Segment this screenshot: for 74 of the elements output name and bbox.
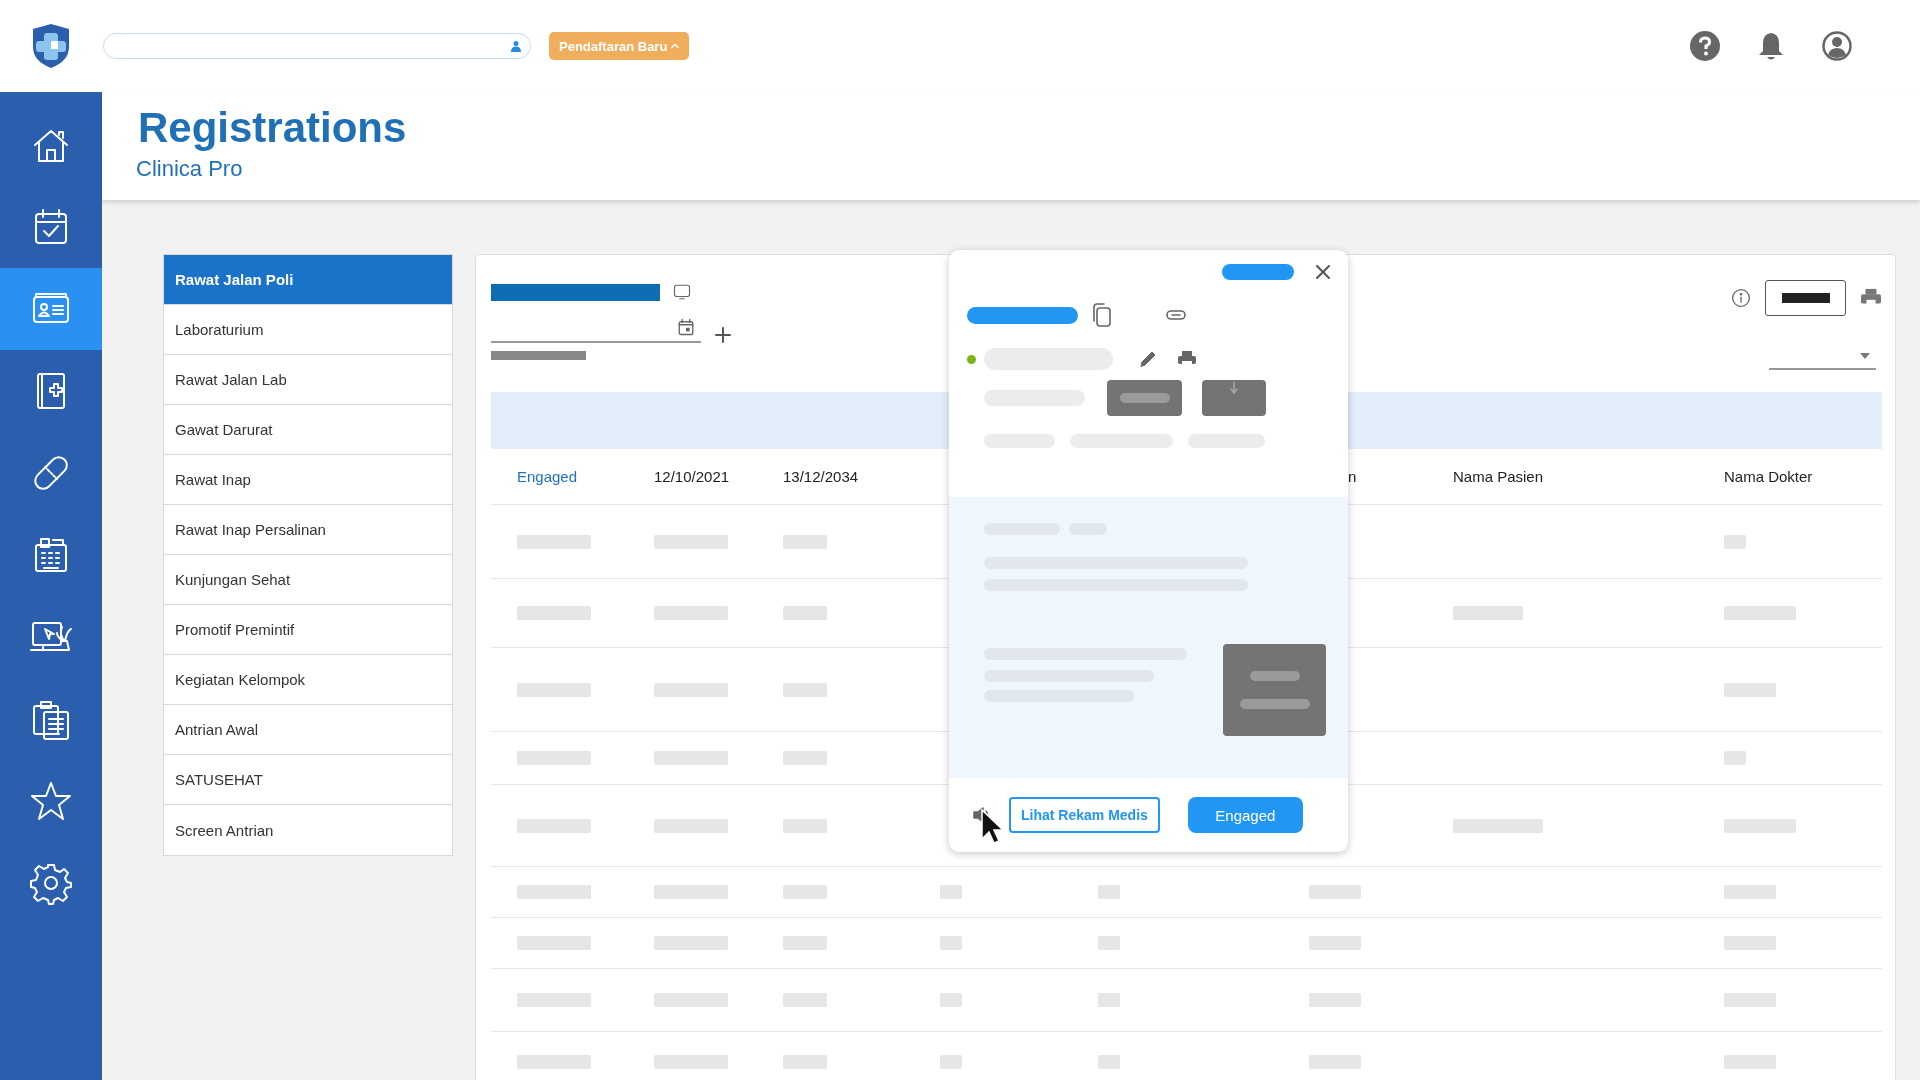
info-icon xyxy=(1731,288,1751,308)
column-link[interactable]: Engaged xyxy=(491,467,578,485)
link-icon xyxy=(1166,310,1186,320)
category-item[interactable]: Antrian Awal xyxy=(164,705,452,755)
skeleton-bar xyxy=(940,1055,962,1069)
category-item[interactable]: Rawat Inap xyxy=(164,455,452,505)
caret-icon xyxy=(671,43,680,49)
outlined-button[interactable] xyxy=(1765,280,1846,316)
skeleton-pill xyxy=(1222,264,1294,280)
shield-cross-logo xyxy=(32,23,70,69)
close-icon xyxy=(1316,265,1330,279)
skeleton-bar xyxy=(1098,936,1120,950)
category-item[interactable]: Kunjungan Sehat xyxy=(164,555,452,605)
skeleton-bar xyxy=(1724,606,1796,620)
skeleton-bar xyxy=(1724,534,1746,549)
skeleton-bar xyxy=(1309,1055,1361,1069)
skeleton-bar xyxy=(783,936,827,950)
page-title: Registrations xyxy=(138,103,407,153)
skeleton-bar xyxy=(1309,936,1361,950)
bell-icon[interactable] xyxy=(1758,31,1784,61)
skeleton-bar xyxy=(1724,1055,1776,1069)
skeleton-bar xyxy=(1309,885,1361,899)
skeleton-bar xyxy=(1724,936,1776,950)
skeleton-bar xyxy=(940,885,962,899)
settings-icon xyxy=(29,861,73,905)
status-dot xyxy=(967,354,976,364)
category-item[interactable]: Rawat Jalan Poli xyxy=(164,255,452,305)
skeleton-bar xyxy=(1453,606,1523,620)
copy-icon xyxy=(1090,302,1112,328)
skeleton-bar xyxy=(1724,751,1746,765)
category-item[interactable]: Laboraturium xyxy=(164,305,452,355)
skeleton-bar xyxy=(1098,885,1120,899)
column-header: 13/12/2034 xyxy=(782,467,859,485)
column-header: Nama Pasien xyxy=(1452,467,1544,485)
skeleton-bar xyxy=(940,993,962,1007)
category-item[interactable]: Screen Antrian xyxy=(164,805,452,855)
help-icon[interactable] xyxy=(1690,31,1720,61)
category-item[interactable]: SATUSEHAT xyxy=(164,755,452,805)
column-header: Nama Dokter xyxy=(1723,467,1813,485)
skeleton-bar xyxy=(1724,682,1776,697)
skeleton-bar xyxy=(1724,818,1796,833)
skeleton-bar xyxy=(1724,993,1776,1007)
skeleton-bar xyxy=(783,534,827,549)
search-field[interactable] xyxy=(103,33,531,59)
monitor-icon xyxy=(672,283,692,301)
skeleton-bar xyxy=(1098,993,1120,1007)
category-item[interactable]: Rawat Inap Persalinan xyxy=(164,505,452,555)
skeleton-bar xyxy=(783,818,827,833)
category-item[interactable]: Gawat Darurat xyxy=(164,405,452,455)
user-account-icon[interactable] xyxy=(1822,31,1852,61)
category-item[interactable]: Rawat Jalan Lab xyxy=(164,355,452,405)
skeleton-bar xyxy=(940,936,962,950)
skeleton-bar xyxy=(783,885,827,899)
nav-item[interactable] xyxy=(0,268,102,350)
skeleton-bar xyxy=(783,1055,827,1069)
skeleton-bar xyxy=(1724,885,1776,899)
skeleton-bar xyxy=(1309,993,1361,1007)
plus-icon xyxy=(715,327,731,343)
person-icon xyxy=(510,40,522,52)
calendar-icon xyxy=(677,317,695,337)
skeleton-bar xyxy=(783,751,827,765)
skeleton-bar xyxy=(783,682,827,697)
caret-down-icon xyxy=(1860,353,1870,359)
down-arrow-icon xyxy=(1230,382,1238,394)
page-subtitle: Clinica Pro xyxy=(136,156,243,182)
pencil-icon xyxy=(1139,350,1157,368)
star-icon xyxy=(29,779,73,823)
category-item[interactable]: Promotif Premintif xyxy=(164,605,452,655)
skeleton-bar xyxy=(783,993,827,1007)
column-header: 12/10/2021 xyxy=(653,467,730,485)
category-item[interactable]: Kegiatan Kelompok xyxy=(164,655,452,705)
column-header: n xyxy=(1347,467,1357,485)
skeleton-bar xyxy=(783,606,827,620)
skeleton-bar xyxy=(1098,1055,1120,1069)
